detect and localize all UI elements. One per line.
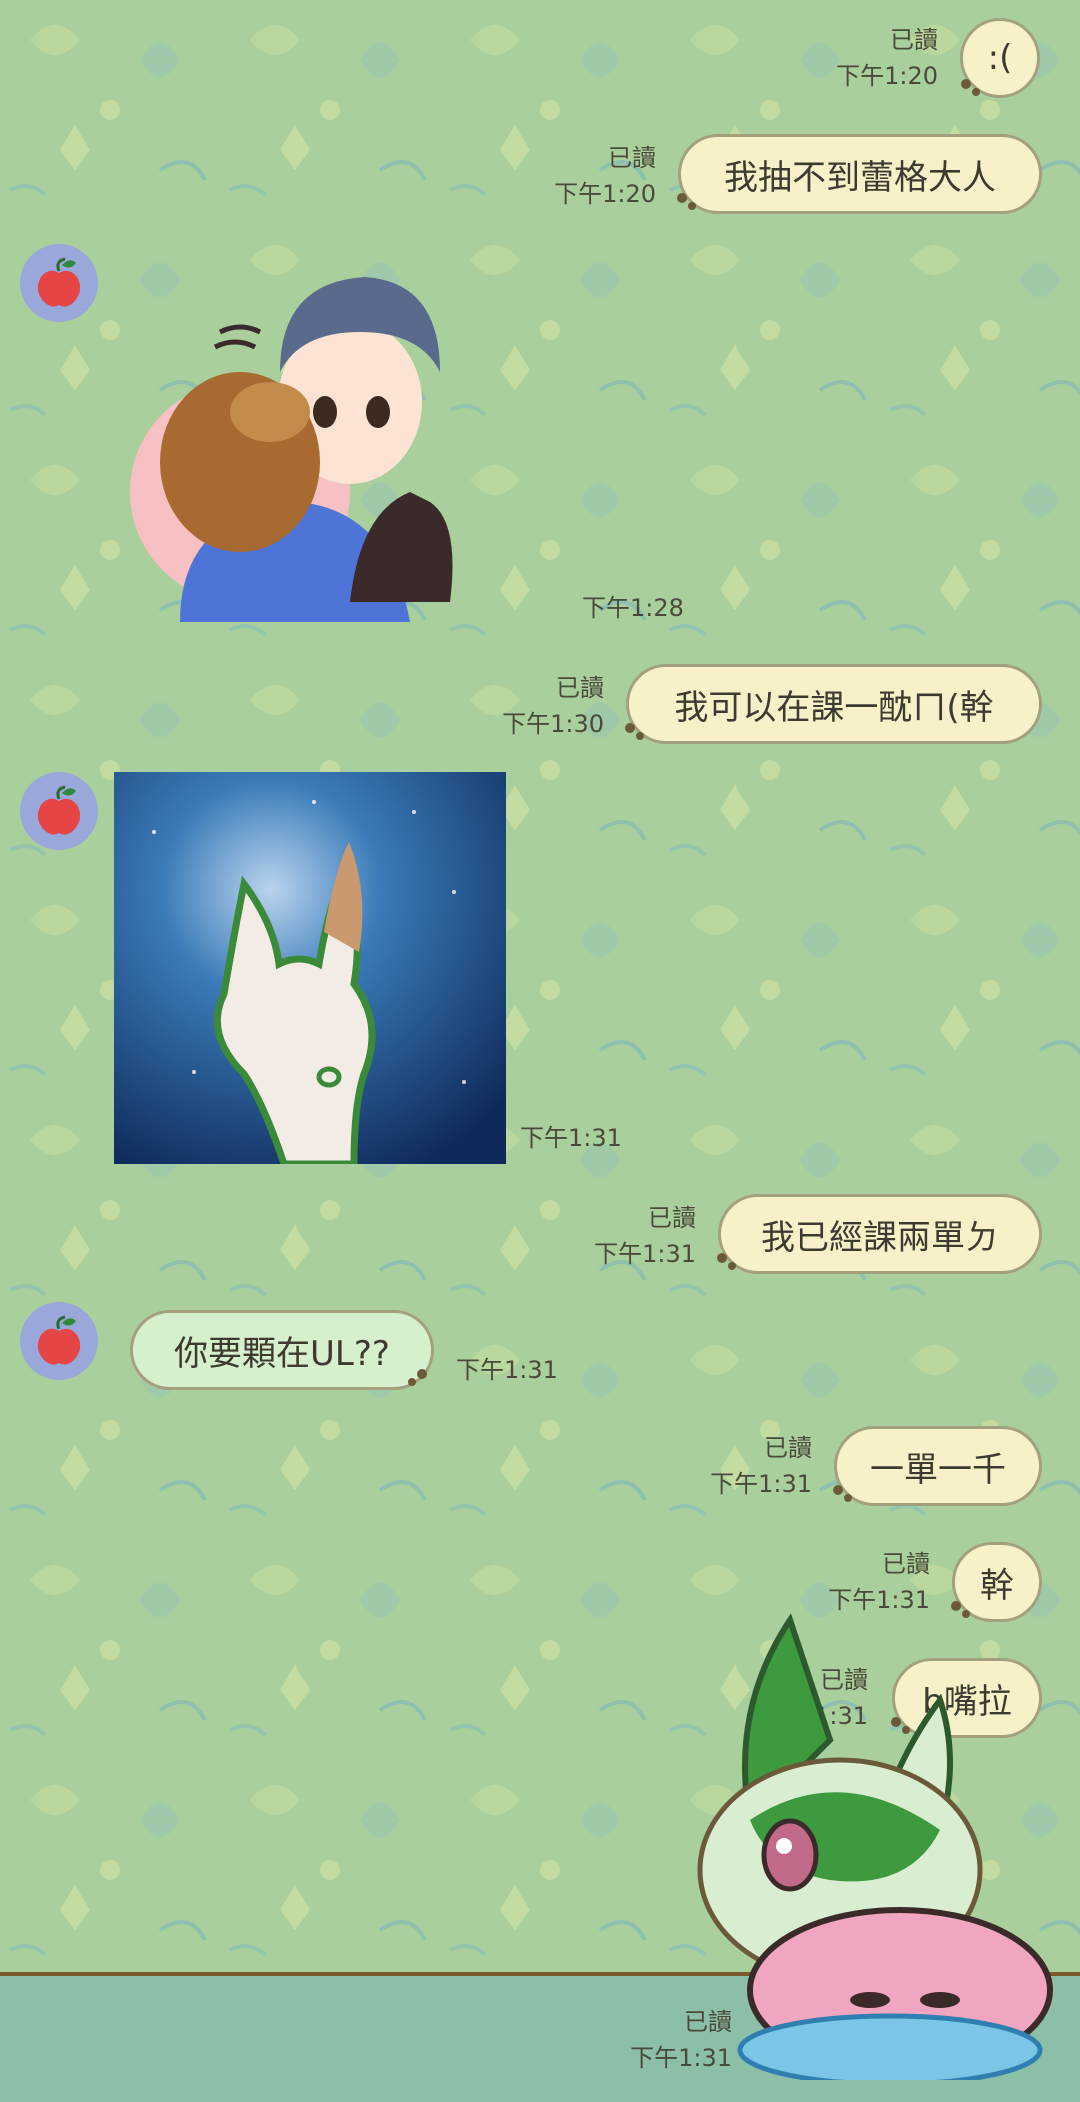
message-bubble[interactable]: 我已經課兩單ㄉ [718,1194,1042,1274]
bubble-tail [677,193,696,210]
message-time: 下午1:28 [582,594,684,622]
message-bubble[interactable]: 我可以在課一酖ㄇ(幹 [626,664,1042,744]
photo-message[interactable] [114,772,506,1164]
message-time: 下午1:31 [520,1124,622,1152]
couple-sticker[interactable] [120,262,540,632]
contact-avatar[interactable] [20,1302,98,1380]
apple-icon [37,257,81,307]
contact-avatar[interactable] [20,772,98,850]
message-bubble[interactable]: 我抽不到蕾格大人 [678,134,1042,214]
message-time: 下午1:31 [594,1240,696,1268]
read-receipt: 已讀 [556,674,604,702]
message-time: 下午1:31 [630,2044,732,2072]
bubble-tail [717,1253,736,1270]
read-receipt: 已讀 [684,2008,732,2036]
read-receipt: 已讀 [764,1434,812,1462]
apple-icon [37,785,81,835]
read-receipt: 已讀 [648,1204,696,1232]
message-bubble[interactable]: 你要顆在UL?? [130,1310,434,1390]
message-time: 下午1:20 [836,62,938,90]
message-bubble[interactable]: 一單一千 [834,1426,1042,1506]
read-receipt: 已讀 [890,26,938,54]
bubble-tail [833,1485,852,1502]
read-receipt: 已讀 [608,144,656,172]
read-receipt: 已讀 [882,1550,930,1578]
cat-sticker[interactable] [690,1600,1080,2080]
bubble-tail [961,79,980,96]
message-time: 下午1:20 [554,180,656,208]
bubble-tail [625,723,644,740]
bubble-tail [408,1369,427,1386]
message-time: 下午1:31 [456,1356,558,1384]
apple-icon [37,1315,81,1365]
contact-avatar[interactable] [20,244,98,322]
message-time: 下午1:31 [710,1470,812,1498]
message-time: 下午1:30 [502,710,604,738]
